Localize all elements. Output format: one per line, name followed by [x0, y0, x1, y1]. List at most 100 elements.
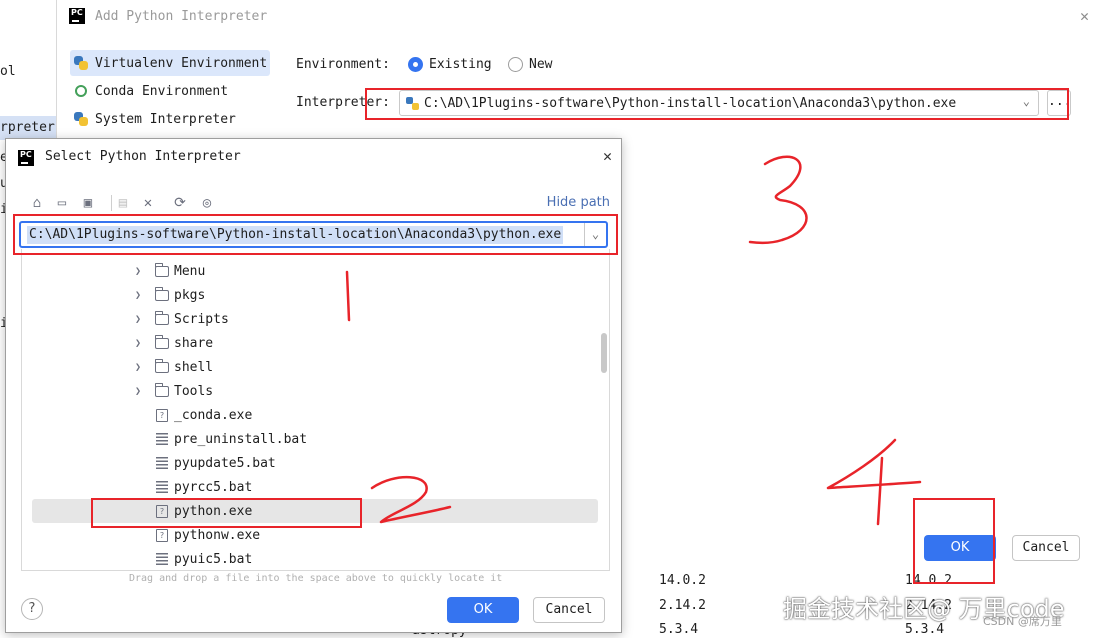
tree-item-file[interactable]: pre_uninstall.bat	[32, 427, 598, 451]
tree-item-folder[interactable]: ❯ Scripts	[32, 307, 598, 331]
unknown-file-icon: ?	[156, 408, 168, 422]
radio-dot-checked	[408, 57, 423, 72]
folder-icon	[154, 262, 169, 277]
env-item-label: Conda Environment	[95, 83, 229, 99]
select-python-interpreter-dialog: PC Select Python Interpreter ✕ ⌂ ▭ ▣ ▤ ✕…	[5, 138, 622, 633]
pycharm-logo-icon: PC	[69, 8, 85, 24]
chevron-down-icon[interactable]: ⌄	[1023, 94, 1030, 108]
close-icon[interactable]: ✕	[603, 147, 612, 165]
cancel-button[interactable]: Cancel	[1012, 535, 1080, 561]
scrollbar-thumb[interactable]	[601, 333, 607, 373]
text-file-icon	[156, 457, 168, 469]
env-item-label: Virtualenv Environment	[95, 55, 268, 71]
unknown-file-icon: ?	[156, 528, 168, 542]
python-icon	[73, 111, 89, 127]
background-text-fragment: ol	[0, 64, 16, 79]
table-cell: 2.14.2	[659, 598, 706, 613]
tree-item-folder[interactable]: ❯ pkgs	[32, 283, 598, 307]
tree-item-label: _conda.exe	[174, 407, 253, 423]
desktop-icon[interactable]: ▭	[53, 194, 71, 212]
help-icon[interactable]: ?	[21, 598, 43, 620]
cancel-button[interactable]: Cancel	[533, 597, 605, 623]
table-cell: 5.3.4	[905, 622, 945, 637]
radio-label: New	[529, 57, 553, 72]
env-item-virtualenv[interactable]: Virtualenv Environment	[70, 50, 270, 76]
interpreter-label: Interpreter:	[296, 95, 390, 110]
tree-item-file[interactable]: pyrcc5.bat	[32, 475, 598, 499]
radio-existing[interactable]: Existing	[408, 57, 492, 72]
browse-button[interactable]: ...	[1047, 90, 1071, 116]
delete-icon[interactable]: ✕	[139, 194, 157, 212]
tree-item-folder[interactable]: ❯ share	[32, 331, 598, 355]
text-file-icon	[156, 553, 168, 565]
background-text-fragment: rpreter	[0, 120, 55, 135]
tree-item-file[interactable]: ? _conda.exe	[32, 403, 598, 427]
tree-item-file[interactable]: ? pythonw.exe	[32, 523, 598, 547]
folder-icon	[154, 382, 169, 397]
pycharm-logo-icon: PC	[18, 150, 34, 166]
folder-icon	[154, 334, 169, 349]
show-hidden-icon[interactable]: ◎	[198, 194, 216, 212]
file-tree[interactable]: ❯ Menu ❯ pkgs ❯ Scripts ❯ share ❯ shell …	[21, 249, 610, 571]
chevron-right-icon[interactable]: ❯	[135, 362, 149, 373]
tree-item-folder[interactable]: ❯ Menu	[32, 259, 598, 283]
folder-icon	[154, 358, 169, 373]
tree-item-label: Menu	[174, 263, 206, 279]
radio-new[interactable]: New	[508, 57, 552, 72]
tree-item-label: pythonw.exe	[174, 527, 261, 543]
new-folder-icon[interactable]: ▤	[114, 194, 132, 212]
chevron-right-icon[interactable]: ❯	[135, 338, 149, 349]
chevron-right-icon[interactable]: ❯	[135, 290, 149, 301]
tree-item-label: Scripts	[174, 311, 229, 327]
path-value: C:\AD\1Plugins-software\Python-install-l…	[27, 225, 564, 244]
environment-label: Environment:	[296, 57, 390, 72]
table-cell: 14.0.2	[659, 573, 706, 588]
unknown-file-icon: ?	[156, 504, 168, 518]
conda-icon	[75, 85, 87, 97]
python-icon	[73, 55, 89, 71]
tree-item-label: python.exe	[174, 503, 253, 519]
dialog-title: Select Python Interpreter	[45, 149, 241, 164]
tree-item-file[interactable]: pyupdate5.bat	[32, 451, 598, 475]
tree-item-file[interactable]: pyuic5.bat	[32, 547, 598, 570]
interpreter-combobox[interactable]: C:\AD\1Plugins-software\Python-install-l…	[399, 90, 1039, 116]
text-file-icon	[156, 481, 168, 493]
tree-item-label: pyrcc5.bat	[174, 479, 253, 495]
tree-item-folder[interactable]: ❯ Tools	[32, 379, 598, 403]
ok-button[interactable]: OK	[447, 597, 519, 623]
tree-item-label: Tools	[174, 383, 214, 399]
tree-item-folder[interactable]: ❯ shell	[32, 355, 598, 379]
path-input[interactable]: C:\AD\1Plugins-software\Python-install-l…	[19, 221, 608, 248]
tree-item-label: pyuic5.bat	[174, 551, 253, 567]
text-file-icon	[156, 433, 168, 445]
radio-label: Existing	[429, 57, 492, 72]
watermark-csdn: CSDN @席万里	[983, 615, 1062, 628]
python-icon	[406, 96, 419, 110]
drop-hint: Drag and drop a file into the space abov…	[129, 573, 503, 584]
tree-item-label: pyupdate5.bat	[174, 455, 276, 471]
chevron-right-icon[interactable]: ❯	[135, 266, 149, 277]
chevron-down-icon[interactable]: ⌄	[584, 223, 606, 246]
folder-icon	[154, 310, 169, 325]
tree-item-file-selected[interactable]: ? python.exe	[32, 499, 598, 523]
tree-item-label: pre_uninstall.bat	[174, 431, 308, 447]
dialog-title: Add Python Interpreter	[95, 9, 268, 24]
toolbar-separator	[111, 195, 112, 211]
chevron-right-icon[interactable]: ❯	[135, 314, 149, 325]
home-icon[interactable]: ⌂	[28, 194, 46, 212]
table-cell: 14.0.2	[905, 573, 952, 588]
env-item-system[interactable]: System Interpreter	[70, 106, 270, 132]
table-cell: 5.3.4	[659, 622, 699, 637]
env-item-conda[interactable]: Conda Environment	[70, 78, 270, 104]
folder-icon	[154, 286, 169, 301]
tree-item-label: shell	[174, 359, 214, 375]
radio-dot-unchecked	[508, 57, 523, 72]
chevron-right-icon[interactable]: ❯	[135, 386, 149, 397]
project-icon[interactable]: ▣	[79, 194, 97, 212]
refresh-icon[interactable]: ⟳	[171, 194, 189, 212]
interpreter-value: C:\AD\1Plugins-software\Python-install-l…	[424, 95, 957, 111]
ok-button[interactable]: OK	[924, 535, 996, 561]
close-icon[interactable]: ✕	[1080, 7, 1089, 25]
hide-path-link[interactable]: Hide path	[547, 195, 610, 210]
tree-item-label: share	[174, 335, 214, 351]
